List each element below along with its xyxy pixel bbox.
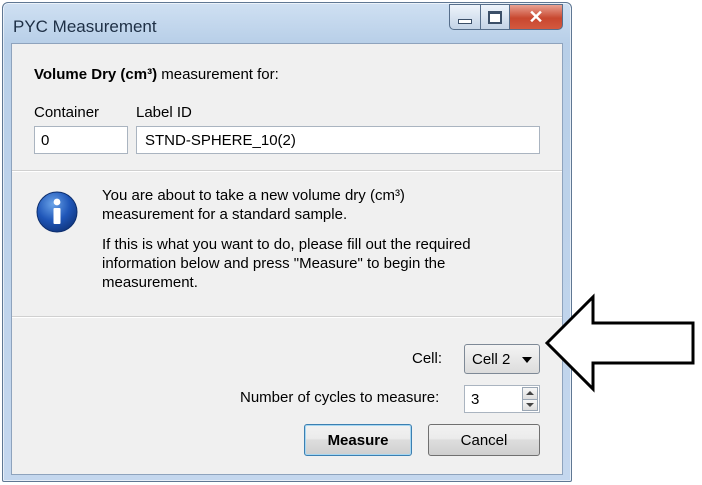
- cycles-value: 3: [471, 391, 480, 408]
- labelid-field[interactable]: STND-SPHERE_10(2): [136, 126, 540, 154]
- minimize-icon: [458, 18, 472, 24]
- dialog-body: Volume Dry (cm³) measurement for: Contai…: [11, 43, 563, 475]
- cell-dropdown-value: Cell 2: [472, 351, 511, 368]
- divider-top-highlight: [12, 171, 562, 172]
- measurement-heading: Volume Dry (cm³) measurement for:: [34, 66, 279, 83]
- cycles-stepper[interactable]: 3: [464, 385, 540, 413]
- container-label: Container: [34, 104, 100, 121]
- close-icon: ✕: [528, 7, 544, 27]
- info-line-1: You are about to take a new volume dry (…: [102, 187, 405, 204]
- info-line-3: If this is what you want to do, please f…: [102, 236, 471, 253]
- minimize-button[interactable]: [449, 4, 481, 30]
- maximize-icon: [488, 10, 502, 24]
- cell-dropdown[interactable]: Cell 2: [464, 344, 540, 374]
- info-line-5: measurement.: [102, 274, 198, 291]
- measurement-type: Volume Dry (cm³): [34, 66, 158, 83]
- chevron-down-icon: [526, 402, 534, 407]
- labelid-label: Label ID: [136, 104, 192, 121]
- title-bar[interactable]: PYC Measurement ✕: [3, 3, 571, 43]
- stepper-up-button[interactable]: [522, 387, 538, 400]
- container-field[interactable]: 0: [34, 126, 128, 154]
- maximize-button[interactable]: [481, 4, 510, 30]
- info-line-2: measurement for a standard sample.: [102, 206, 348, 223]
- window-title: PYC Measurement: [13, 17, 157, 36]
- divider-bottom-highlight: [12, 317, 562, 318]
- chevron-up-icon: [526, 391, 534, 395]
- chevron-down-icon: [522, 357, 532, 363]
- stepper-down-button[interactable]: [522, 399, 538, 411]
- info-line-4: information below and press "Measure" to…: [102, 255, 446, 272]
- measurement-heading-suffix: measurement for:: [157, 66, 279, 83]
- dialog-window: PYC Measurement ✕ Volume Dry (cm³) measu…: [2, 2, 572, 482]
- cancel-button[interactable]: Cancel: [428, 424, 540, 456]
- cell-label: Cell:: [412, 350, 443, 367]
- info-icon: [36, 191, 78, 233]
- cycles-label: Number of cycles to measure:: [240, 389, 440, 406]
- measure-button[interactable]: Measure: [304, 424, 412, 456]
- close-button[interactable]: ✕: [510, 4, 563, 30]
- annotation-arrow-icon: [545, 293, 695, 393]
- stepper-buttons: [522, 387, 538, 411]
- caption-buttons: ✕: [449, 4, 563, 30]
